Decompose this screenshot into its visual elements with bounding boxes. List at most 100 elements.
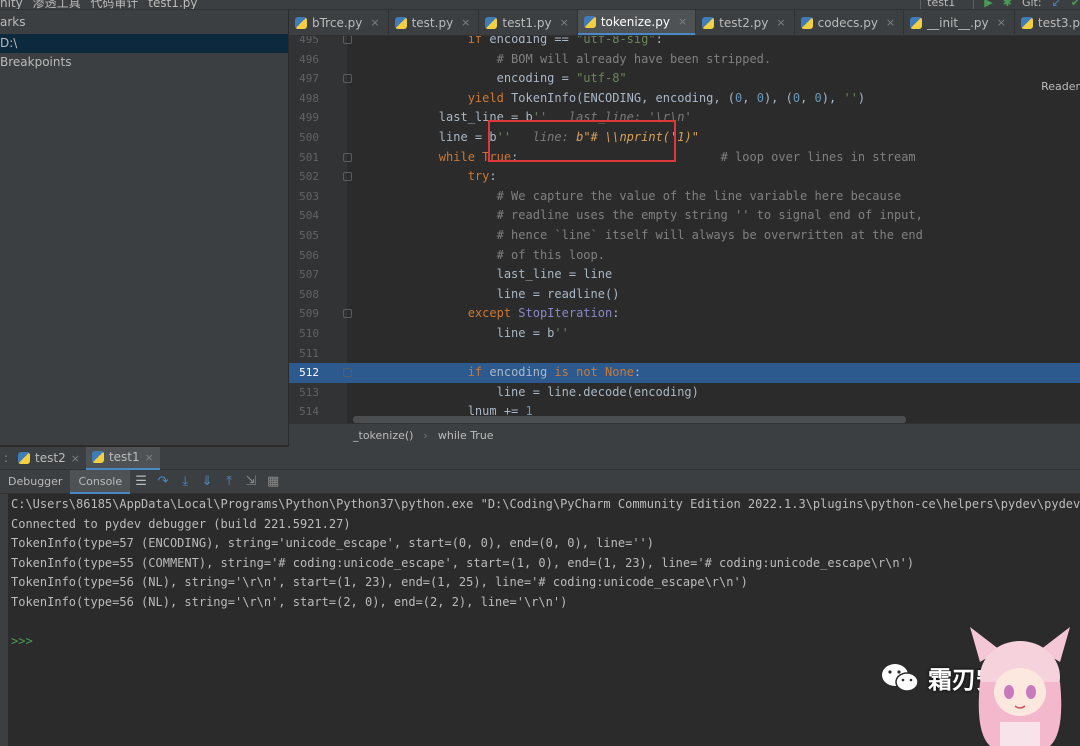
code-line[interactable]: 503 # We capture the value of the line v… [289,187,1080,207]
breadcrumb-item[interactable]: 代码审计 [90,0,138,9]
line-number: 503 [299,189,319,203]
tab-codecs-py[interactable]: codecs.py × [795,10,905,35]
reader-mode-toggle[interactable]: Reader [1041,80,1080,93]
fold-marker-icon[interactable] [343,152,352,162]
code-editor[interactable]: 495 if encoding == "utf-8-sig": 496 # BOM… [289,36,1080,423]
code-line[interactable]: 507 last_line = line [289,265,1080,285]
code-text: yield TokenInfo(ENCODING, encoding, (0, … [467,90,866,105]
code-text: while True: # loop over lines in stream [438,149,916,164]
fold-marker-icon[interactable] [343,36,352,44]
wechat-logo-icon [882,663,919,692]
git-label: Git: [1021,0,1042,9]
git-commit-icon[interactable]: ✔ [1071,0,1080,9]
line-number: 513 [299,385,319,399]
debug-tab-test1[interactable]: test1 × [85,446,160,470]
console-output-line: TokenInfo(type=56 (NL), string='\r\n', s… [11,595,568,609]
tab-label: test2.py [719,16,769,30]
run-config-select[interactable]: test1 [920,0,975,9]
debug-console[interactable]: C:\Users\86185\AppData\Local\Programs\Py… [8,494,1080,746]
tree-item-drive[interactable]: D:\ [0,34,288,53]
code-line[interactable]: 509 except StopIteration: [289,304,1080,324]
code-line[interactable]: 508 line = readline() [289,285,1080,305]
console-prompt[interactable]: >>> [11,632,33,652]
close-icon[interactable]: × [370,10,379,35]
breadcrumb-item[interactable]: nity [0,0,23,9]
git-update-icon[interactable]: ↙ [1052,0,1061,9]
menu-icon[interactable]: ☰ [133,474,149,490]
run-icon[interactable]: ▶ [984,0,992,9]
line-number: 510 [299,327,319,340]
tab-test1-py[interactable]: test1.py × [479,10,578,35]
code-line[interactable]: 498 yield TokenInfo(ENCODING, encoding, … [289,89,1080,109]
code-line[interactable]: 502 try: [289,167,1080,187]
tab-init-py[interactable]: __init__.py × [904,10,1015,35]
close-icon[interactable]: × [997,10,1006,35]
tab-tokenize-py[interactable]: tokenize.py × [577,10,697,35]
evaluate-icon[interactable]: ▦ [265,474,281,490]
code-text: # hence `line` itself will always be ove… [496,228,923,242]
close-icon[interactable]: × [560,10,569,35]
line-number: 496 [299,52,319,66]
close-icon[interactable]: × [71,452,80,465]
tab-test2-py[interactable]: test2.py × [696,10,795,35]
code-line[interactable]: 500 line = b'' line: b"# \\nprint('1)" [289,128,1080,148]
debugger-subtab[interactable]: Debugger [0,470,70,494]
line-number: 497 [299,72,319,86]
code-breadcrumb: _tokenize() › while True [289,423,1080,447]
tab-test3-py[interactable]: test3.py× [1015,10,1080,35]
code-line[interactable]: 496 # BOM will already have been strippe… [289,50,1080,70]
tab-test-py[interactable]: test.py × [389,10,480,35]
horizontal-scrollbar[interactable] [353,416,906,423]
line-number: 495 [299,36,319,46]
console-subtab[interactable]: Console [70,469,131,494]
line-number: 504 [299,209,319,223]
tab-label: codecs.py [817,16,878,30]
fold-marker-icon[interactable] [343,368,352,378]
crumb-function[interactable]: _tokenize() [353,429,413,442]
fold-marker-icon[interactable] [343,74,352,84]
close-icon[interactable]: × [776,10,785,35]
step-into-my-code-icon[interactable]: ⇓ [199,474,215,490]
python-file-icon [295,17,307,29]
code-line[interactable]: 513 line = line.decode(encoding) [289,383,1080,403]
code-line[interactable]: 510 line = b'' [289,324,1080,344]
code-line[interactable]: 497 encoding = "utf-8" [289,69,1080,89]
tab-btrce-py[interactable]: bTrce.py × [289,10,389,35]
code-line[interactable]: 504 # readline uses the empty string '' … [289,206,1080,226]
step-out-icon[interactable]: ⤒ [221,474,237,490]
python-file-icon [910,17,923,29]
code-line[interactable]: 495 if encoding == "utf-8-sig": [289,36,1080,50]
tab-label: bTrce.py [312,16,363,30]
breadcrumb-item[interactable]: test1.py [148,0,197,9]
code-line[interactable]: 501 while True: # loop over lines in str… [289,148,1080,168]
code-line[interactable]: 505 # hence `line` itself will always be… [289,226,1080,246]
code-text: line = line.decode(encoding) [496,384,699,399]
code-line[interactable]: 506 # of this loop. [289,246,1080,266]
line-number: 499 [299,111,319,125]
anime-mascot-image [970,627,1070,746]
code-line[interactable]: 511 [289,344,1080,364]
debug-tab-test2[interactable]: test2 × [12,447,86,470]
tree-item-breakpoints[interactable]: Breakpoints [0,53,288,72]
line-number: 500 [299,131,319,144]
console-output-line: C:\Users\86185\AppData\Local\Programs\Py… [11,497,1080,511]
console-output-line: TokenInfo(type=57 (ENCODING), string='un… [11,536,654,551]
code-text: # readline uses the empty string '' to s… [496,208,923,223]
console-output-line: TokenInfo(type=55 (COMMENT), string='# c… [11,555,915,570]
close-icon[interactable]: × [678,10,687,35]
crumb-loop[interactable]: while True [438,429,494,442]
run-to-cursor-icon[interactable]: ⇲ [243,474,259,490]
code-line[interactable]: 499 last_line = b'' last_line: '\r\n' [289,108,1080,128]
debug-icon[interactable]: ✱ [1003,0,1012,9]
fold-marker-icon[interactable] [343,172,352,182]
debug-run-tabs: : test2 × test1 × [0,446,1080,470]
close-icon[interactable]: × [461,10,470,35]
close-icon[interactable]: × [145,451,154,464]
fold-marker-icon[interactable] [343,309,352,319]
breadcrumb-item[interactable]: 渗透工具 [33,0,81,9]
close-icon[interactable]: × [886,10,895,35]
step-over-icon[interactable]: ↷ [155,474,171,490]
step-into-icon[interactable]: ⤓ [177,474,193,490]
code-line[interactable]: 512 if encoding is not None: [289,363,1080,383]
debug-tab-label: test2 [35,451,66,465]
